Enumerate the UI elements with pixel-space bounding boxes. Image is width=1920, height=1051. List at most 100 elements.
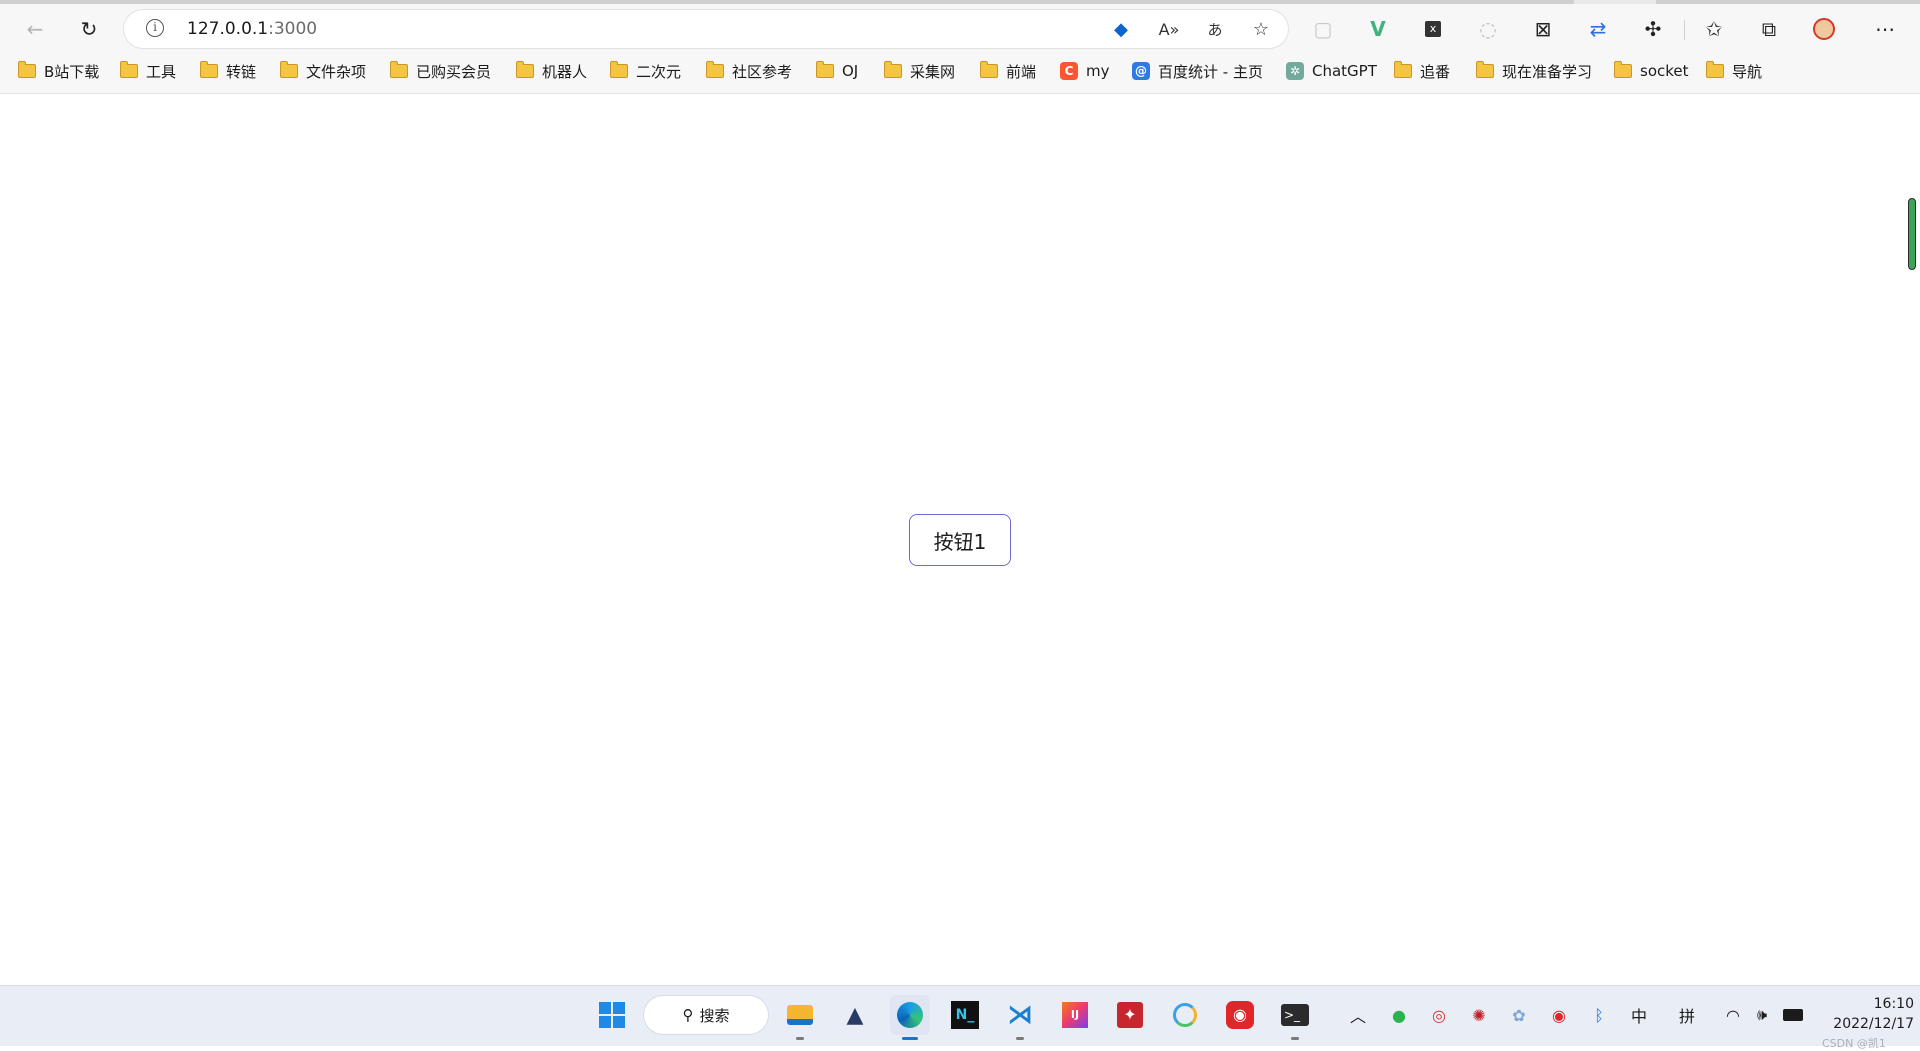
intellij-icon[interactable]: IJ (1055, 995, 1095, 1035)
bookmark-item[interactable]: 工具 (120, 59, 176, 83)
reload-button[interactable]: ↻ (72, 12, 106, 46)
tray-app-blue-icon[interactable]: ✿ (1508, 1003, 1530, 1027)
bluetooth-icon[interactable]: ᛒ (1588, 1003, 1610, 1027)
bookmark-label: 采集网 (910, 62, 956, 81)
read-aloud-icon[interactable]: A» (1156, 16, 1182, 42)
profile-avatar[interactable] (1807, 12, 1841, 46)
bookmark-item[interactable]: B站下载 (18, 59, 99, 83)
bookmark-label: 机器人 (542, 62, 588, 81)
bookmark-item[interactable]: 已购买会员 (390, 59, 491, 83)
more-dots-icon: ⋯ (1875, 17, 1895, 41)
folder-icon (280, 61, 298, 78)
bookmark-item[interactable]: 转链 (200, 59, 256, 83)
clock-date: 2022/12/17 (1833, 1016, 1914, 1032)
edge-browser-icon[interactable] (890, 995, 930, 1040)
button-1[interactable]: 按钮1 (909, 514, 1011, 566)
site-info-icon[interactable]: i (146, 19, 164, 37)
bookmark-item[interactable]: 采集网 (884, 59, 955, 83)
bookmark-item[interactable]: 二次元 (610, 59, 681, 83)
netease-tray-icon[interactable]: ◉ (1548, 1003, 1570, 1027)
battery-icon[interactable] (1780, 1003, 1806, 1027)
folder-icon (1614, 61, 1632, 78)
bookmark-label: 现在准备学习 (1502, 62, 1593, 81)
collections-icon[interactable]: ⧉ (1752, 12, 1786, 46)
bookmark-label: 前端 (1006, 62, 1037, 81)
more-menu-button[interactable]: ⋯ (1868, 12, 1902, 46)
scroll-indicator[interactable] (1908, 198, 1916, 270)
wechat-tray-icon[interactable]: ● (1387, 1003, 1411, 1027)
bookmark-item[interactable]: OJ (816, 59, 858, 83)
bookmark-label: 工具 (146, 62, 177, 81)
folder-icon (18, 61, 36, 78)
price-tag-icon[interactable]: ◆ (1108, 16, 1134, 42)
url-host: 127.0.0.1 (187, 19, 269, 39)
bookmark-item[interactable]: 前端 (980, 59, 1036, 83)
bookmark-item[interactable]: 社区参考 (706, 59, 792, 83)
running-indicator (796, 1037, 804, 1040)
folder-icon (1706, 61, 1724, 78)
baidu-tongji-favicon: @ (1132, 62, 1150, 80)
file-explorer-icon[interactable] (780, 995, 820, 1040)
folder-icon (200, 61, 218, 78)
bookmark-item[interactable]: Cmy (1060, 59, 1110, 83)
folder-icon (706, 61, 724, 78)
bookmark-item[interactable]: 文件杂项 (280, 59, 366, 83)
bookmark-label: 已购买会员 (416, 62, 492, 81)
app-cat-icon[interactable]: ▲ (835, 995, 875, 1035)
netease-music-icon[interactable]: ◉ (1220, 995, 1260, 1035)
add-favorite-icon[interactable]: ☆ (1248, 16, 1274, 42)
address-bar[interactable]: i 127.0.0.1:3000 ◆ A» あ ☆ (124, 10, 1288, 48)
app-red-icon[interactable]: ✦ (1110, 995, 1150, 1035)
extension-clock-icon[interactable]: ◌ (1471, 12, 1505, 46)
bookmark-item[interactable]: 现在准备学习 (1476, 59, 1592, 83)
tray-overflow-chevron-icon[interactable]: ︿ (1348, 1003, 1368, 1027)
folder-icon (1394, 61, 1412, 78)
bookmark-item[interactable]: 机器人 (516, 59, 587, 83)
ime-lang[interactable]: 中 (1626, 1003, 1652, 1027)
bookmark-item[interactable]: 导航 (1706, 59, 1762, 83)
windows-terminal-icon[interactable]: >_ (1275, 995, 1315, 1040)
app-rings-icon[interactable] (1165, 995, 1205, 1035)
folder-icon (610, 61, 628, 78)
wifi-icon[interactable]: ◠ (1720, 1003, 1746, 1027)
clock[interactable]: 16:10 2022/12/17 (1820, 994, 1914, 1034)
tray-app-icon[interactable]: ◎ (1428, 1003, 1450, 1027)
bookmark-item[interactable]: @ 百度统计 - 主页 (1132, 59, 1263, 83)
bookmark-item[interactable]: socket (1614, 59, 1689, 83)
extension-sync-icon[interactable]: ⇄ (1581, 12, 1615, 46)
folder-icon (1476, 61, 1494, 78)
bookmark-label: socket (1640, 62, 1689, 80)
browser-chrome: ← ↻ i 127.0.0.1:3000 ◆ A» あ ☆ ▢ V x ◌ ⊠ … (0, 0, 1920, 94)
bookmark-label: 百度统计 - 主页 (1158, 62, 1263, 81)
bookmark-item[interactable]: 追番 (1394, 59, 1450, 83)
vue-devtools-icon[interactable]: V (1361, 12, 1395, 46)
bookmark-label: 追番 (1420, 62, 1451, 81)
folder-icon (980, 61, 998, 78)
folder-icon (516, 61, 534, 78)
bookmark-label: my (1086, 62, 1110, 80)
bookmark-label: 导航 (1732, 62, 1763, 81)
clock-time: 16:10 (1873, 996, 1914, 1012)
terminal-n-icon[interactable]: N_ (945, 995, 985, 1035)
ime-mode[interactable]: 拼 (1674, 1003, 1700, 1027)
browser-toolbar: ← ↻ i 127.0.0.1:3000 ◆ A» あ ☆ ▢ V x ◌ ⊠ … (0, 6, 1920, 52)
windows-logo-icon (599, 1002, 625, 1028)
extension-screenshot-icon[interactable]: ⊠ (1526, 12, 1560, 46)
extension-placeholder-icon[interactable]: ▢ (1306, 12, 1340, 46)
extension-x-icon[interactable]: x (1416, 12, 1450, 46)
extensions-icon[interactable]: ✣ (1636, 12, 1670, 46)
taskbar-search[interactable]: ⚲ 搜索 (644, 996, 768, 1034)
toolbar-divider (1684, 20, 1685, 40)
favorites-icon[interactable]: ✩ (1697, 12, 1731, 46)
tray-app-red-icon[interactable]: ✺ (1468, 1003, 1490, 1027)
vscode-icon[interactable]: ⋊ (1000, 995, 1040, 1040)
translate-icon[interactable]: あ (1202, 16, 1228, 42)
bookmarks-bar: B站下载 工具 转链 文件杂项 已购买会员 机器人 二次元 社区参考 OJ 采集网 前端 Cmy @ 百度… (0, 56, 1920, 86)
address-url[interactable]: 127.0.0.1:3000 (187, 19, 317, 39)
start-button[interactable] (592, 995, 632, 1035)
volume-icon[interactable]: 🕪 (1750, 1003, 1774, 1027)
back-button[interactable]: ← (18, 12, 52, 46)
refresh-icon: ↻ (80, 17, 98, 41)
bookmark-item[interactable]: ✲ ChatGPT (1286, 59, 1377, 83)
bookmark-label: 二次元 (636, 62, 682, 81)
